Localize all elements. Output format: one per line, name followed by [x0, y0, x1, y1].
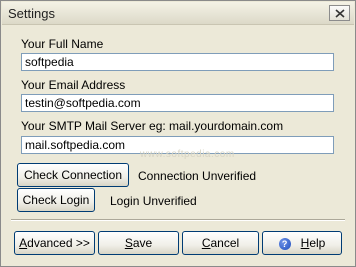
full-name-label: Your Full Name	[21, 37, 104, 51]
email-label: Your Email Address	[21, 78, 126, 92]
watermark: www.softpedia.com	[140, 149, 235, 160]
advanced-label: dvanced >>	[27, 236, 90, 250]
help-button[interactable]: ? Help	[262, 231, 342, 255]
title-bar: Settings	[2, 2, 354, 25]
close-icon	[335, 9, 345, 18]
login-status: Login Unverified	[110, 194, 197, 208]
save-button[interactable]: Save	[98, 231, 179, 255]
window-title: Settings	[8, 6, 55, 21]
cancel-button[interactable]: Cancel	[182, 231, 259, 255]
check-login-button[interactable]: Check Login	[17, 188, 95, 212]
save-label: ave	[132, 236, 153, 250]
advanced-accel: A	[19, 236, 28, 250]
close-button[interactable]	[329, 5, 350, 21]
settings-window: Settings Your Full Name Your Email Addre…	[0, 0, 356, 267]
check-connection-button[interactable]: Check Connection	[17, 163, 129, 187]
advanced-button[interactable]: Advanced >>	[14, 231, 95, 255]
connection-status: Connection Unverified	[138, 169, 257, 183]
help-icon: ?	[278, 237, 291, 250]
full-name-input[interactable]	[21, 53, 334, 71]
footer-divider	[11, 219, 345, 221]
save-accel: S	[124, 236, 133, 250]
email-input[interactable]	[21, 94, 334, 112]
smtp-label: Your SMTP Mail Server eg: mail.yourdomai…	[21, 119, 284, 133]
help-label: elp	[309, 236, 326, 250]
cancel-label: ancel	[210, 236, 240, 250]
